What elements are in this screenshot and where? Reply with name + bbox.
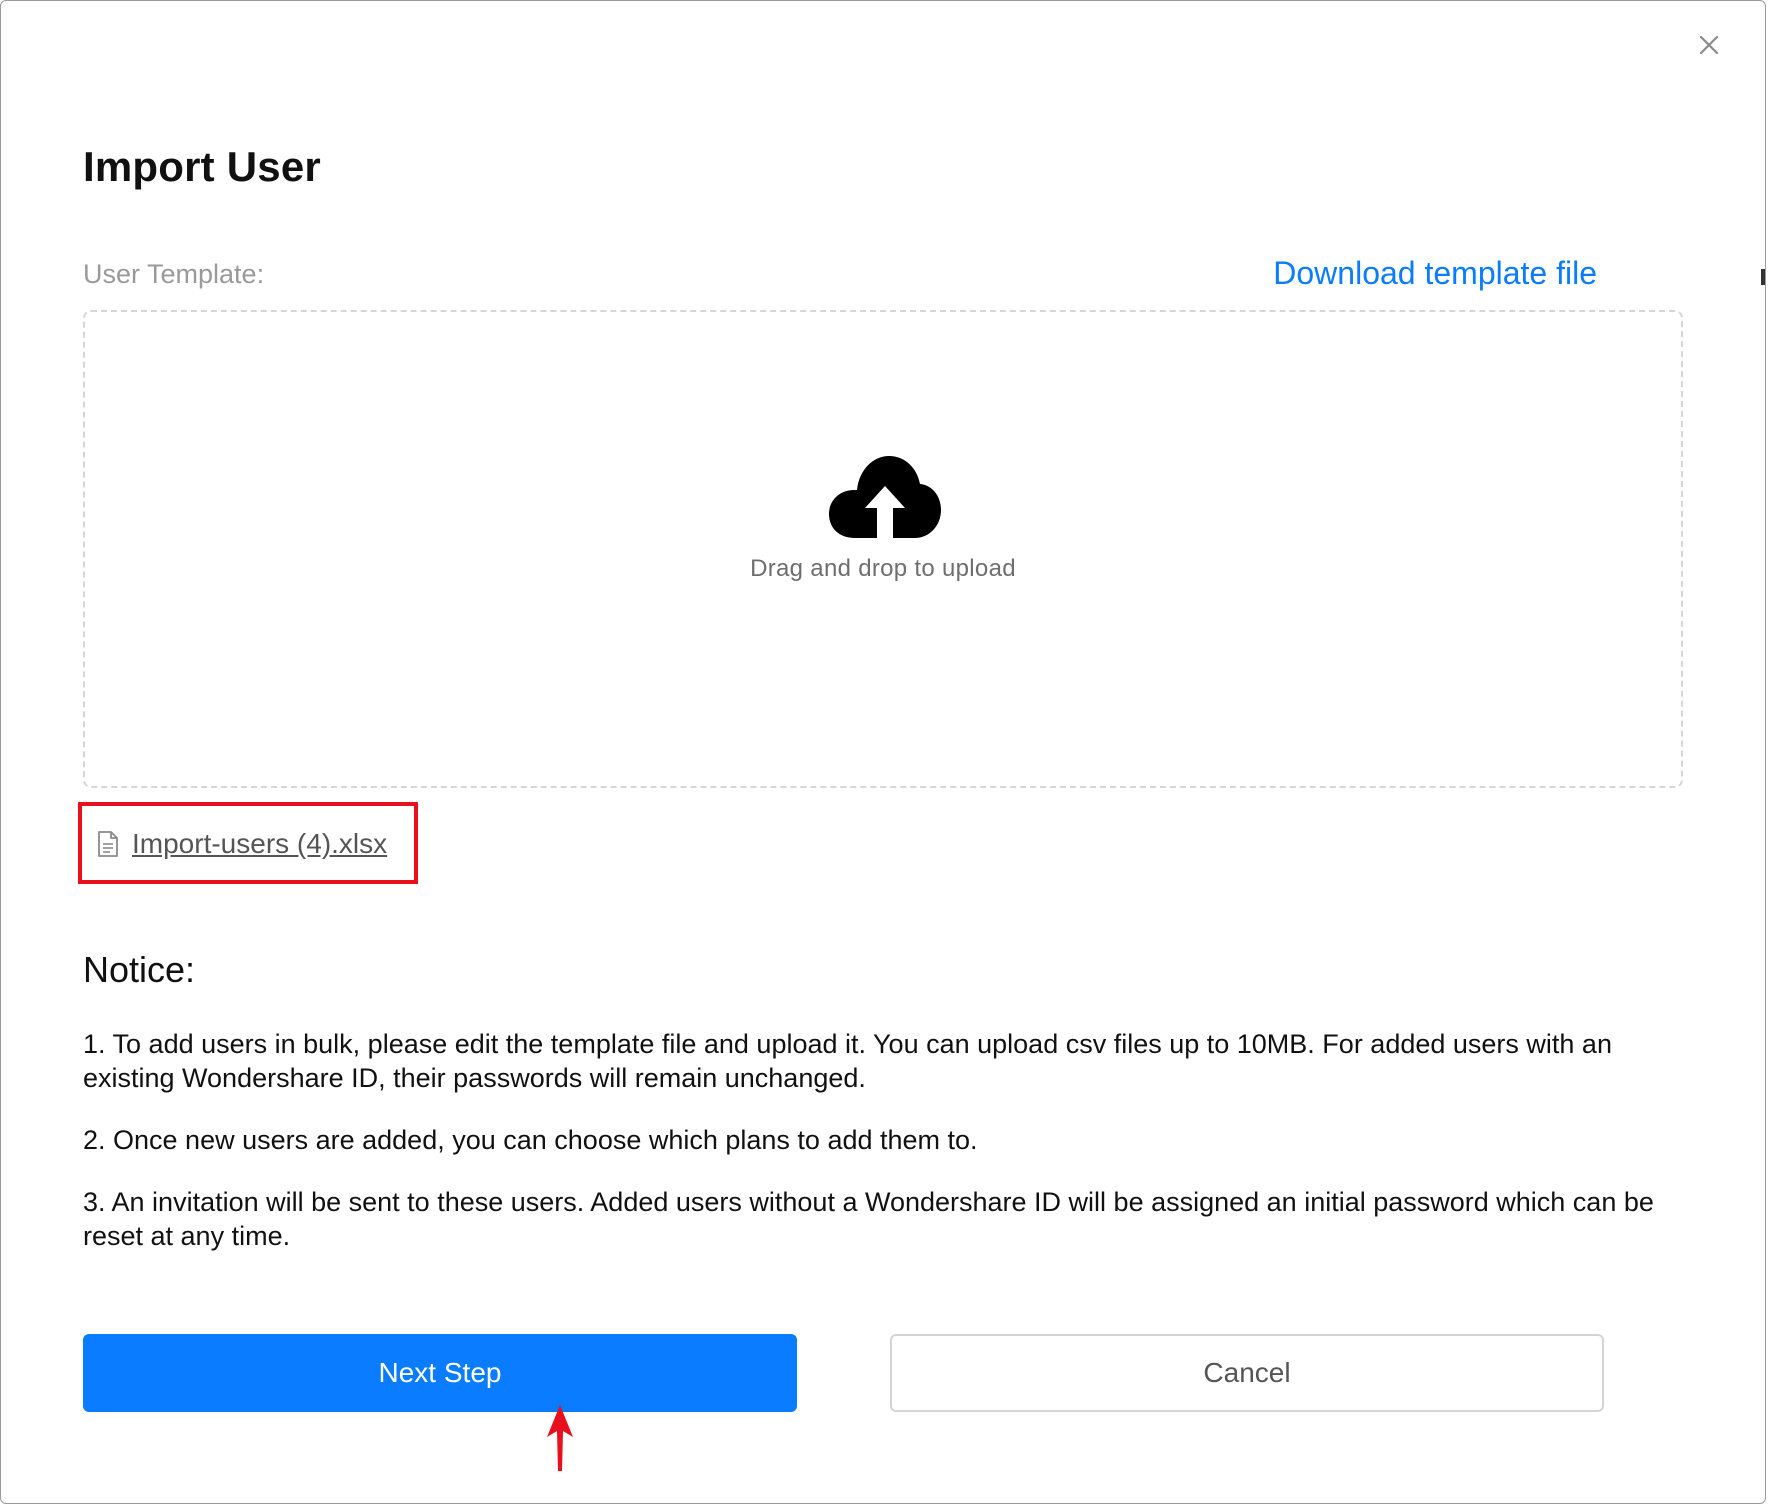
document-icon — [98, 831, 118, 857]
annotation-arrow-icon — [547, 1405, 573, 1471]
user-template-label: User Template: — [83, 259, 265, 289]
uploaded-file-name[interactable]: Import-users (4).xlsx — [132, 828, 387, 860]
notice-item-2: 2. Once new users are added, you can cho… — [83, 1125, 978, 1155]
cloud-upload-icon — [829, 456, 941, 540]
import-user-dialog: Import User User Template: Download temp… — [0, 0, 1766, 1504]
notice-item-3: 3. An invitation will be sent to these u… — [83, 1187, 1654, 1251]
notice-heading: Notice: — [83, 949, 196, 990]
notice-item-1: 1. To add users in bulk, please edit the… — [83, 1029, 1612, 1093]
dialog-title: Import User — [83, 143, 321, 190]
close-icon[interactable] — [1693, 29, 1725, 61]
dropzone-text: Drag and drop to upload — [750, 555, 1016, 582]
cancel-button[interactable]: Cancel — [890, 1334, 1604, 1412]
uploaded-file-item: Import-users (4).xlsx — [78, 802, 418, 884]
edge-divider — [1761, 269, 1765, 285]
download-template-link[interactable]: Download template file — [1273, 255, 1597, 292]
upload-dropzone[interactable]: Drag and drop to upload — [83, 310, 1683, 788]
next-step-button[interactable]: Next Step — [83, 1334, 797, 1412]
